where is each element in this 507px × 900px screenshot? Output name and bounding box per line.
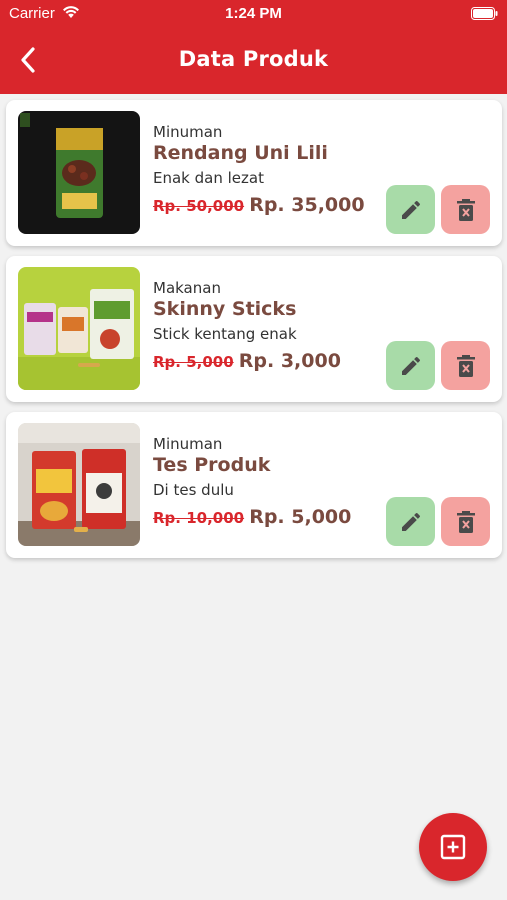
price-row: Rp. 10,000 Rp. 5,000 (153, 506, 383, 528)
product-info: Minuman Rendang Uni Lili Enak dan lezat … (153, 123, 383, 216)
add-box-icon (440, 834, 466, 860)
clock: 1:24 PM (225, 5, 282, 22)
product-image (18, 111, 140, 234)
page-title: Data Produk (178, 47, 329, 71)
product-info: Minuman Tes Produk Di tes dulu Rp. 10,00… (153, 435, 383, 528)
edit-button[interactable] (386, 341, 435, 390)
trash-icon (456, 198, 475, 221)
status-bar: Carrier 1:24 PM (0, 0, 507, 28)
old-price: Rp. 5,000 (153, 353, 234, 371)
product-image (18, 423, 140, 546)
trash-icon (456, 510, 475, 533)
add-product-button[interactable] (419, 813, 487, 881)
pencil-icon (401, 512, 420, 531)
product-card[interactable]: Minuman Tes Produk Di tes dulu Rp. 10,00… (6, 412, 502, 558)
battery-icon (471, 7, 498, 20)
old-price: Rp. 50,000 (153, 197, 245, 215)
product-card[interactable]: Minuman Rendang Uni Lili Enak dan lezat … (6, 100, 502, 246)
product-name: Rendang Uni Lili (153, 142, 328, 164)
product-description: Enak dan lezat (153, 169, 264, 187)
product-category: Makanan (153, 279, 221, 297)
pencil-icon (401, 356, 420, 375)
product-image (18, 267, 140, 390)
delete-button[interactable] (441, 497, 490, 546)
product-description: Di tes dulu (153, 481, 234, 499)
price: Rp. 5,000 (249, 506, 352, 528)
product-category: Minuman (153, 123, 223, 141)
product-name: Tes Produk (153, 454, 271, 476)
product-description: Stick kentang enak (153, 325, 297, 343)
edit-button[interactable] (386, 185, 435, 234)
product-info: Makanan Skinny Sticks Stick kentang enak… (153, 279, 383, 372)
edit-button[interactable] (386, 497, 435, 546)
pencil-icon (401, 200, 420, 219)
price-row: Rp. 50,000 Rp. 35,000 (153, 194, 383, 216)
price: Rp. 3,000 (238, 350, 341, 372)
trash-icon (456, 354, 475, 377)
app-header: Carrier 1:24 PM Data Produk (0, 0, 507, 94)
price: Rp. 35,000 (249, 194, 365, 216)
product-category: Minuman (153, 435, 223, 453)
delete-button[interactable] (441, 341, 490, 390)
old-price: Rp. 10,000 (153, 509, 245, 527)
product-list: Minuman Rendang Uni Lili Enak dan lezat … (6, 100, 502, 568)
delete-button[interactable] (441, 185, 490, 234)
price-row: Rp. 5,000 Rp. 3,000 (153, 350, 383, 372)
product-card[interactable]: Makanan Skinny Sticks Stick kentang enak… (6, 256, 502, 402)
product-name: Skinny Sticks (153, 298, 297, 320)
